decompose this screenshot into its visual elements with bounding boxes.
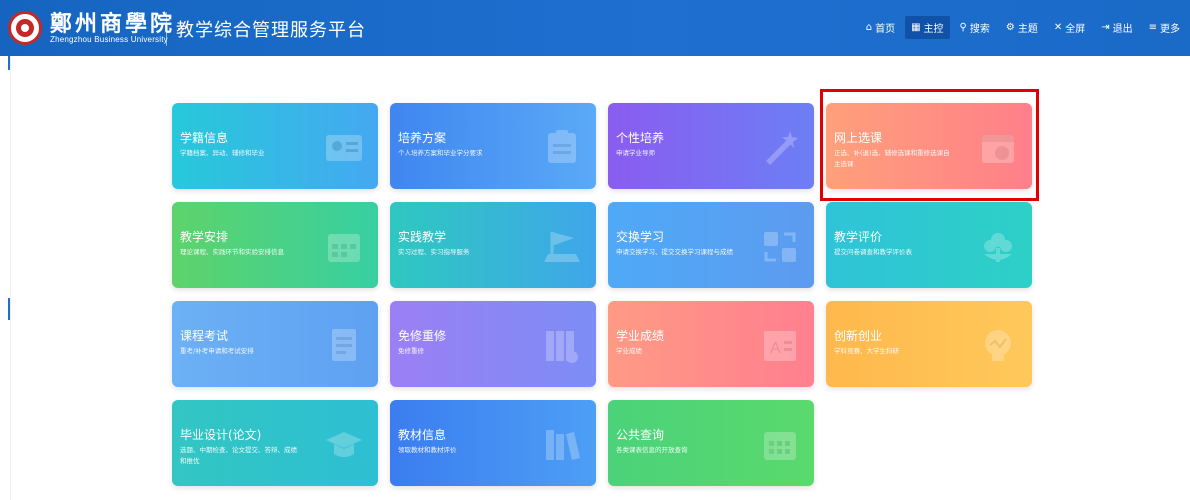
- nav-item-3[interactable]: ⚙ 主题: [1000, 16, 1044, 39]
- module-title: 教学评价: [834, 230, 883, 244]
- module-title: 公共查询: [616, 428, 665, 442]
- exchange-icon: [764, 232, 796, 262]
- module-tile[interactable]: 交换学习申请交换学习、提交交换学习课程与成绩: [608, 202, 814, 288]
- module-title: 交换学习: [616, 230, 665, 244]
- nav-item-6[interactable]: ≡ 更多: [1143, 16, 1186, 39]
- nav-item-label: 主控: [923, 24, 944, 35]
- school-logo-icon: [8, 11, 42, 45]
- platform-title: 教学综合管理服务平台: [176, 20, 366, 41]
- highlight-box: [820, 89, 1039, 201]
- module-description: 学业成绩: [616, 347, 642, 355]
- module-title: 个性培养: [616, 131, 665, 145]
- calendar-icon: [328, 234, 360, 262]
- module-description: 学科竞赛、大学生科研: [834, 347, 899, 355]
- module-description: 重考/补考申请和考试安排: [180, 347, 254, 355]
- flower-icon: [984, 233, 1012, 262]
- document-icon: [332, 329, 356, 361]
- nav-item-label: 主题: [1017, 24, 1038, 35]
- nav-item-0[interactable]: ⌂ 首页: [860, 16, 901, 39]
- flag-icon: [544, 232, 580, 262]
- module-tile[interactable]: 学籍信息学籍档案、异动、辅修和毕业: [172, 103, 378, 189]
- module-tile[interactable]: 公共查询各类课表信息的开放查询: [608, 400, 814, 486]
- graduation-cap-icon: [326, 432, 362, 457]
- logout-icon: ⇥: [1101, 21, 1110, 33]
- module-title: 创新创业: [834, 329, 883, 343]
- clipboard-icon: [548, 130, 576, 163]
- header-divider: [166, 12, 167, 46]
- module-description: 个人培养方案和毕业学分要求: [398, 149, 483, 157]
- search-icon: ⚲: [959, 21, 967, 33]
- nav-item-label: 更多: [1160, 24, 1180, 35]
- home-icon: ⌂: [865, 21, 873, 33]
- bookshelf-icon: [546, 430, 580, 460]
- module-title: 课程考试: [180, 329, 229, 343]
- theme-icon: ⚙: [1005, 21, 1015, 33]
- grade-icon: A: [764, 331, 796, 361]
- module-title: 教材信息: [398, 428, 447, 442]
- module-tile[interactable]: 教学评价提交问卷调查和教学评价表: [826, 202, 1032, 288]
- dashboard-icon: ▦: [911, 21, 921, 33]
- module-description: 各类课表信息的开放查询: [616, 446, 688, 454]
- svg-text:A: A: [770, 340, 781, 357]
- module-description: 领取教材和教材评价: [398, 446, 457, 454]
- module-description: 申请学业导师: [616, 149, 655, 157]
- magic-wand-icon: [766, 131, 798, 165]
- module-title: 毕业设计(论文): [180, 428, 262, 442]
- module-description: 提交问卷调查和教学评价表: [834, 248, 912, 256]
- nav-item-1[interactable]: ▦ 主控: [905, 16, 950, 39]
- module-tile[interactable]: 教材信息领取教材和教材评价: [390, 400, 596, 486]
- nav-item-2[interactable]: ⚲ 搜索: [954, 16, 996, 39]
- books-icon: [546, 331, 578, 363]
- module-title: 学籍信息: [180, 131, 229, 145]
- nav-item-label: 搜索: [969, 24, 990, 35]
- module-title: 实践教学: [398, 230, 447, 244]
- module-title: 教学安排: [180, 230, 229, 244]
- module-tile[interactable]: 培养方案个人培养方案和毕业学分要求: [390, 103, 596, 189]
- calendar-grid-icon: [764, 432, 796, 460]
- nav-item-label: 退出: [1112, 24, 1133, 35]
- module-description: 实习过程、实习指导服务: [398, 248, 470, 256]
- module-tile[interactable]: 实践教学实习过程、实习指导服务: [390, 202, 596, 288]
- module-tile[interactable]: 毕业设计(论文) 选题、中期检查、论文提交、答辩、成绩和推优: [172, 400, 378, 486]
- module-title: 培养方案: [398, 131, 447, 145]
- module-title: 免修重修: [398, 329, 447, 343]
- content-border: [10, 56, 11, 500]
- top-navbar: 鄭州商學院 Zhengzhou Business University 教学综合…: [0, 0, 1190, 56]
- nav-item-4[interactable]: ✕ 全屏: [1048, 16, 1091, 39]
- module-description: 学籍档案、异动、辅修和毕业: [180, 149, 265, 157]
- nav-item-5[interactable]: ⇥ 退出: [1095, 16, 1138, 39]
- module-description: 理论课程、实践环节和实验安排信息: [180, 248, 284, 256]
- top-nav-menu: ⌂ 首页 ▦ 主控 ⚲ 搜索 ⚙ 主题 ✕ 全屏 ⇥ 退出 ≡ 更多: [860, 16, 1186, 39]
- nav-item-label: 全屏: [1065, 24, 1086, 35]
- module-description: 选题、中期检查、论文提交、答辩、成绩和推优: [180, 446, 297, 465]
- more-icon: ≡: [1148, 21, 1157, 33]
- module-description: 申请交换学习、提交交换学习课程与成绩: [616, 248, 733, 256]
- module-tile[interactable]: 创新创业学科竞赛、大学生科研: [826, 301, 1032, 387]
- school-name-en: Zhengzhou Business University: [50, 35, 168, 44]
- id-card-icon: [326, 135, 362, 161]
- module-tile[interactable]: 免修重修 免修重修: [390, 301, 596, 387]
- module-tile[interactable]: 教学安排理论课程、实践环节和实验安排信息: [172, 202, 378, 288]
- nav-item-label: 首页: [875, 24, 896, 35]
- school-name-cn: 鄭州商學院: [50, 11, 176, 37]
- module-tile[interactable]: 课程考试重考/补考申请和考试安排: [172, 301, 378, 387]
- module-tile[interactable]: 个性培养申请学业导师: [608, 103, 814, 189]
- module-description: 免修重修: [398, 347, 424, 355]
- module-tile[interactable]: 学业成绩 学业成绩 A: [608, 301, 814, 387]
- lightbulb-icon: [985, 330, 1011, 361]
- module-title: 学业成绩: [616, 329, 665, 343]
- fullscreen-icon: ✕: [1053, 21, 1063, 33]
